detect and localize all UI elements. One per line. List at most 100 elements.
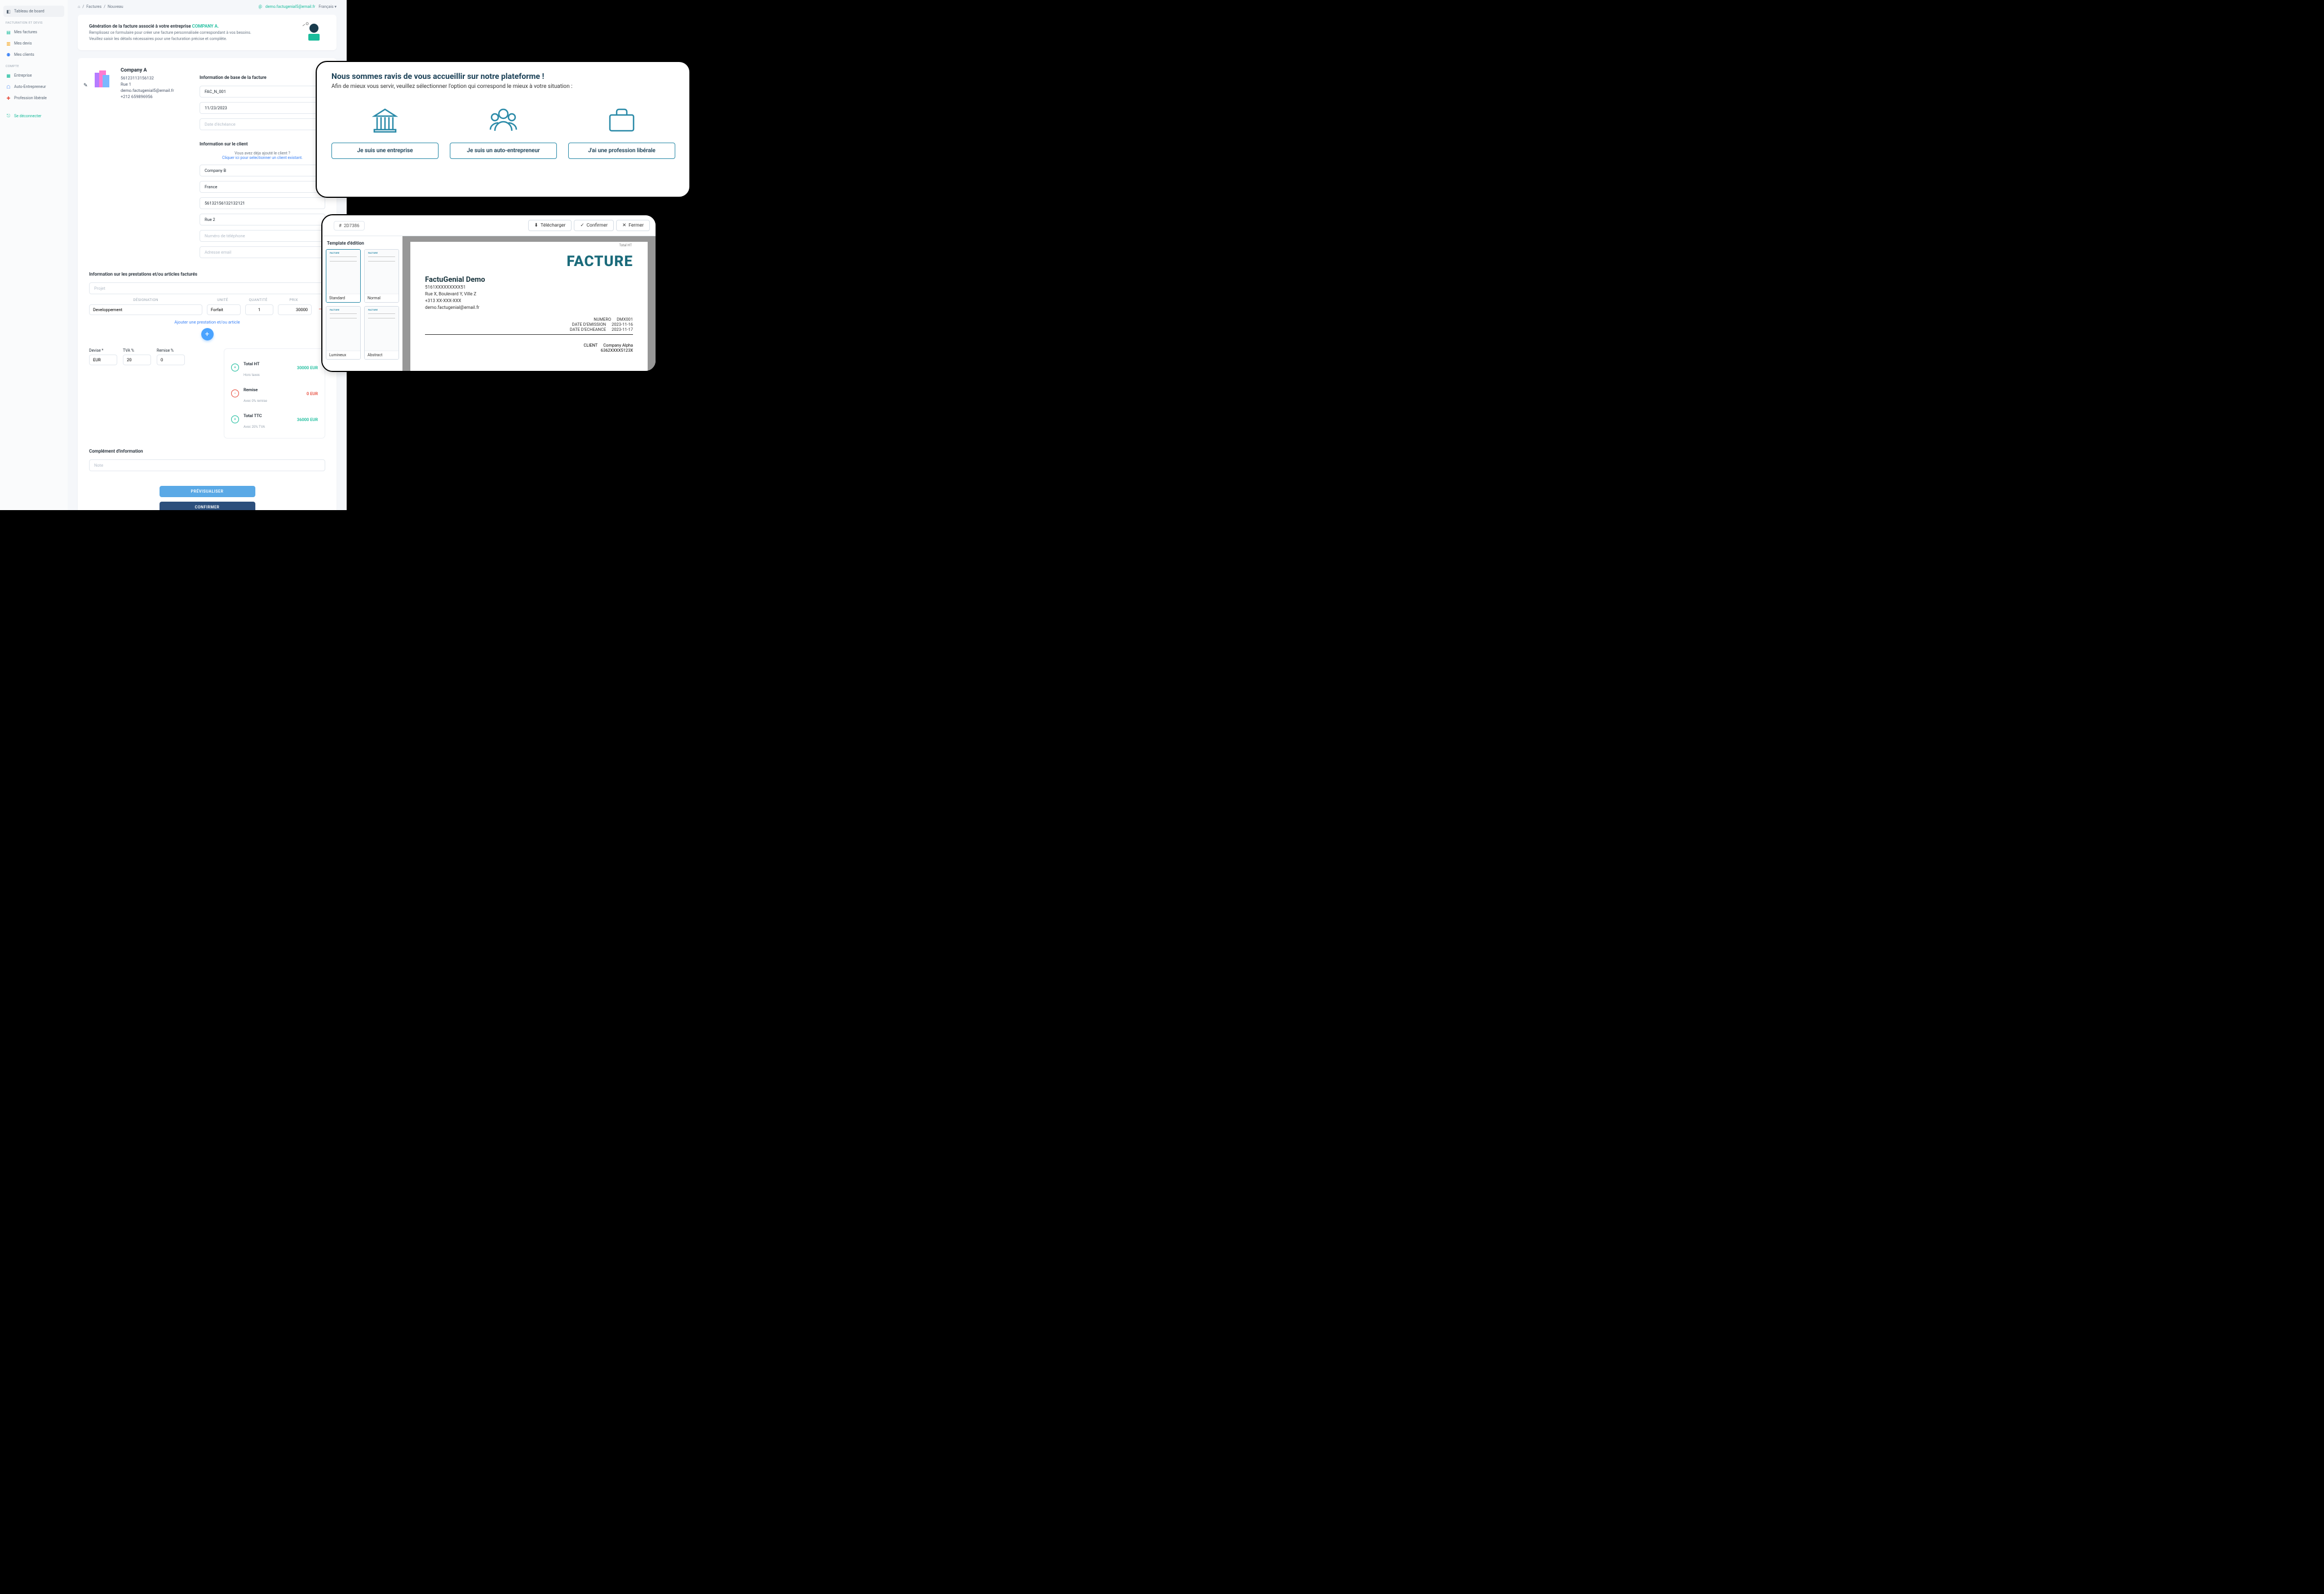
company-details: Company A 56123113156132 Rue 1 demo.fact… xyxy=(121,67,174,262)
breadcrumb-l1[interactable]: Factures xyxy=(86,5,101,9)
prestation-columns: DÉSIGNATION UNITÉ QUANTITÉ PRIX xyxy=(89,298,325,304)
section-complement: Complément d'information xyxy=(89,449,325,454)
prest-qty-input[interactable] xyxy=(245,304,273,315)
prest-price-input[interactable] xyxy=(278,304,312,315)
client-hint: Vous avez déja ajouté le client ? Clique… xyxy=(200,151,325,160)
devise-input[interactable] xyxy=(89,355,117,365)
tva-input[interactable] xyxy=(123,355,151,365)
sidebar-cat-billing: FACTURATION ET DEVIS xyxy=(6,21,62,25)
invoice-app: ◧ Tableau de board FACTURATION ET DEVIS … xyxy=(0,0,347,510)
auto-icon: ☖ xyxy=(6,84,11,90)
form-card: ✎ Company A 56123113156132 Rue 1 dem xyxy=(78,58,337,510)
lang-selector[interactable]: Français ▾ xyxy=(318,5,337,9)
confirm-button[interactable]: CONFIRMER xyxy=(160,502,255,510)
prest-unit-input[interactable] xyxy=(207,304,241,315)
main-content: ⌂ / Factures / Nouveau @ demo.factugenia… xyxy=(68,0,347,510)
invoice-client-block: CLIENTCompany Alpha 6362XXXX5123X xyxy=(425,343,633,353)
client-email-input[interactable] xyxy=(200,246,325,258)
template-option[interactable]: FACTUREStandard xyxy=(326,249,361,303)
invoice-preview: Total HT FACTURE FactuGenial Demo 5161XX… xyxy=(402,236,656,372)
option-company: Je suis une entreprise xyxy=(331,103,439,159)
company-block: ✎ Company A 56123113156132 Rue 1 dem xyxy=(89,67,188,262)
chevron-down-icon: ▾ xyxy=(334,5,337,9)
template-editor: # 2D7386 ⬇Télécharger ✓Confirmer ✕Fermer… xyxy=(321,214,657,372)
inv-company: FactuGenial Demo xyxy=(425,276,633,284)
sidebar-label: Mes factures xyxy=(14,30,37,34)
note-input[interactable] xyxy=(89,459,325,471)
onboard-subtitle: Afin de mieux vous servir, veuillez séle… xyxy=(331,83,675,90)
button-row: PRÉVISUALISER CONFIRMER ANNULER xyxy=(89,484,325,510)
editor-confirm-button[interactable]: ✓Confirmer xyxy=(574,220,614,231)
sidebar-label: Mes devis xyxy=(14,41,32,46)
company-name: Company A xyxy=(121,67,174,75)
sidebar-item-quotes[interactable]: ▥ Mes devis xyxy=(3,38,64,49)
sidebar-item-logout[interactable]: ⎋ Se déconnecter xyxy=(3,110,64,122)
preview-button[interactable]: PRÉVISUALISER xyxy=(160,486,255,497)
header-illustration xyxy=(302,19,326,44)
client-reg-input[interactable] xyxy=(200,197,325,209)
sidebar-label: Entreprise xyxy=(14,73,32,78)
sidebar-item-liberal[interactable]: ✚ Profession libérale xyxy=(3,92,64,104)
sidebar-item-invoices[interactable]: ▤ Mes factures xyxy=(3,26,64,38)
client-phone-input[interactable] xyxy=(200,230,325,242)
option-company-button[interactable]: Je suis une entreprise xyxy=(331,143,439,159)
client-addr-input[interactable] xyxy=(200,214,325,225)
people-icon xyxy=(487,103,520,137)
client-name-input[interactable] xyxy=(200,165,325,176)
client-country-select[interactable] xyxy=(200,181,325,193)
invoice-number-input[interactable] xyxy=(200,86,325,98)
plus-icon: + xyxy=(231,364,239,371)
sidebar-item-company[interactable]: ▦ Entreprise xyxy=(3,70,64,81)
sidebar-item-auto[interactable]: ☖ Auto-Entrepreneur xyxy=(3,81,64,92)
clients-icon: ⚉ xyxy=(6,52,11,57)
invoice-page: Total HT FACTURE FactuGenial Demo 5161XX… xyxy=(410,242,648,372)
remise-label: Remise % xyxy=(157,348,185,353)
remise-input[interactable] xyxy=(157,355,185,365)
sidebar-label: Auto-Entrepreneur xyxy=(14,85,46,89)
devise-label: Devise * xyxy=(89,348,117,353)
home-icon[interactable]: ⌂ xyxy=(78,5,80,9)
header-card: Génération de la facture associé à votre… xyxy=(78,15,337,50)
template-option[interactable]: FACTURELumineux xyxy=(326,306,361,360)
user-email[interactable]: demo.factugenial5@email.fr xyxy=(265,5,315,9)
invoice-icon: ▤ xyxy=(6,29,11,35)
sidebar-label: Tableau de board xyxy=(14,9,45,14)
option-auto-button[interactable]: Je suis un auto-entrepreneur xyxy=(450,143,557,159)
sidebar-item-dashboard[interactable]: ◧ Tableau de board xyxy=(3,6,64,17)
add-prestation-label: Ajouter une prestation et/ou article xyxy=(89,320,325,325)
page-subtitle-2: Veuillez saisir les détails nécessaires … xyxy=(89,37,325,41)
download-button[interactable]: ⬇Télécharger xyxy=(528,220,572,231)
inv-phone: +313 XX-XXX-XXX xyxy=(425,298,633,304)
invoice-due-input[interactable] xyxy=(200,118,325,130)
page-title: Génération de la facture associé à votre… xyxy=(89,24,325,29)
close-icon: ✕ xyxy=(622,223,626,228)
topbar-right: @ demo.factugenial5@email.fr Français ▾ xyxy=(259,5,337,9)
hex-input[interactable]: # 2D7386 xyxy=(334,221,365,231)
project-input[interactable] xyxy=(89,282,325,294)
invoice-meta: NUMERODMX001 DATE D'EMISSION2023-11-16 D… xyxy=(425,317,633,335)
prest-des-input[interactable] xyxy=(89,304,202,315)
editor-close-button[interactable]: ✕Fermer xyxy=(616,220,650,231)
briefcase-icon xyxy=(605,103,638,137)
company-email: demo.factugenial5@email.fr xyxy=(121,87,174,94)
invoice-date-input[interactable] xyxy=(200,102,325,114)
option-liberal-button[interactable]: J'ai une profession libérale xyxy=(568,143,675,159)
topbar: ⌂ / Factures / Nouveau @ demo.factugenia… xyxy=(78,5,337,9)
edit-company-icon[interactable]: ✎ xyxy=(83,83,88,88)
select-existing-client-link[interactable]: Cliquer ici pour selectionner un client … xyxy=(200,156,325,160)
breadcrumb-l2: Nouveau xyxy=(108,5,123,9)
sidebar-label: Se déconnecter xyxy=(14,114,41,118)
template-option[interactable]: FACTURENormal xyxy=(364,249,399,303)
add-prestation-button[interactable]: + xyxy=(201,328,214,340)
template-option[interactable]: FACTUREAbstract xyxy=(364,306,399,360)
sidebar-item-clients[interactable]: ⚉ Mes clients xyxy=(3,49,64,60)
plus-icon: + xyxy=(231,415,239,423)
total-ht-value: 30000 EUR xyxy=(297,365,318,370)
sidebar-cat-account: COMPTE xyxy=(6,65,62,68)
logout-icon: ⎋ xyxy=(6,113,11,119)
section-invoice-base: Information de base de la facture xyxy=(200,75,325,80)
at-icon: @ xyxy=(259,5,262,9)
invoice-title: FACTURE xyxy=(425,253,633,270)
download-icon: ⬇ xyxy=(534,223,538,228)
company-addr: Rue 1 xyxy=(121,81,174,87)
